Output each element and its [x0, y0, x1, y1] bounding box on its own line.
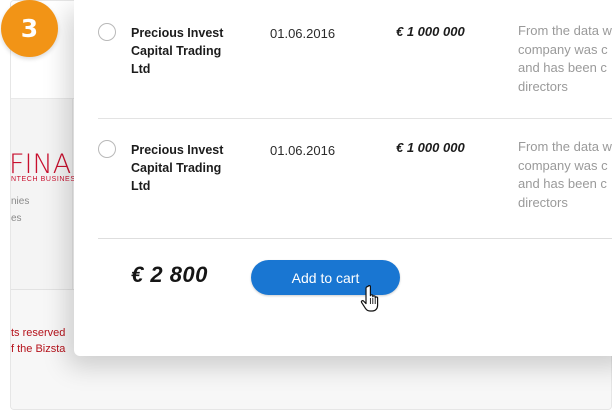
sidebar-link-companies[interactable]: nies — [11, 196, 29, 207]
brand-tagline: NTECH BUSINES — [11, 176, 76, 183]
screenshot-stage: FINAI NTECH BUSINES nies es ts reserved … — [0, 0, 612, 412]
listing-radio[interactable] — [98, 23, 116, 41]
listing-date: 01.06.2016 — [270, 143, 336, 158]
listing-date: 01.06.2016 — [270, 26, 336, 41]
company-name: Precious Invest Capital Trading Ltd — [131, 26, 224, 76]
listing-description: From the data w company was c and has be… — [518, 23, 612, 94]
listing-price: € 1 000 000 — [396, 140, 465, 155]
listing-row[interactable]: Precious Invest Capital Trading Ltd 01.0… — [98, 118, 612, 234]
listing-radio[interactable] — [98, 140, 116, 158]
listing-row[interactable]: Precious Invest Capital Trading Ltd 01.0… — [98, 0, 612, 116]
sidebar-link-2[interactable]: es — [11, 213, 22, 224]
step-number-badge: 3 — [1, 0, 58, 57]
company-name: Precious Invest Capital Trading Ltd — [131, 143, 224, 193]
hand-pointer-icon — [360, 285, 379, 312]
company-selection-modal: Precious Invest Capital Trading Ltd 01.0… — [74, 0, 612, 356]
cart-divider — [98, 238, 612, 239]
cart-total-price: € 2 800 — [131, 262, 208, 287]
listing-price: € 1 000 000 — [396, 24, 465, 39]
footer-note: f the Bizsta — [11, 343, 66, 355]
listing-description: From the data w company was c and has be… — [518, 139, 612, 210]
background-sidebar — [11, 99, 73, 289]
footer-copyright: ts reserved — [11, 327, 66, 339]
